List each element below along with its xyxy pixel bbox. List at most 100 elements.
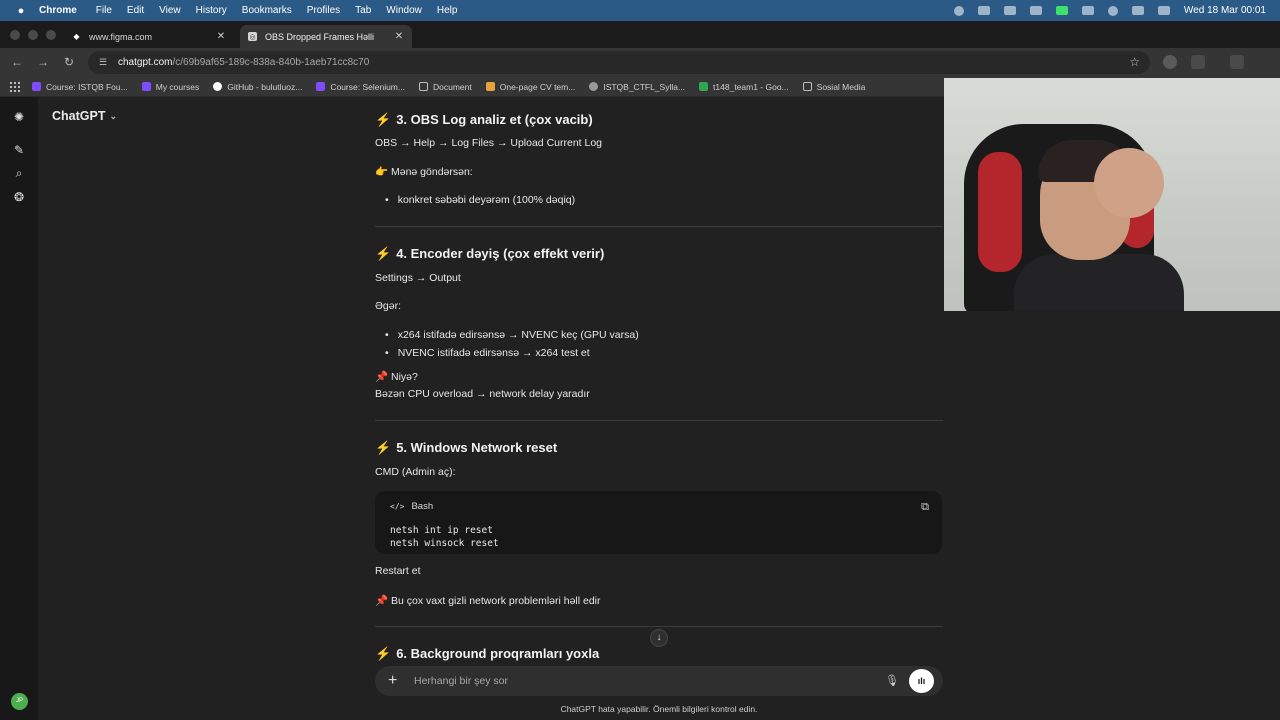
- paragraph: 👉 Mənə göndərsən:: [375, 165, 473, 178]
- github-icon: [213, 82, 223, 91]
- bookmark-favicon-icon: [316, 82, 326, 91]
- app-menu: Chrome File Edit View History Bookmarks …: [39, 5, 472, 16]
- forward-arrow-icon[interactable]: →: [36, 55, 50, 69]
- section-heading-6: ⚡ 6. Background proqramları yoxla: [375, 646, 599, 662]
- heading-text: 6. Background proqramları yoxla: [396, 646, 600, 661]
- paragraph: 📌 Niyə?: [375, 370, 418, 383]
- clock[interactable]: Wed 18 Mar 00:01: [1184, 5, 1266, 16]
- tab-figma[interactable]: ◆ www.figma.com ✕: [64, 25, 234, 48]
- attach-plus-icon[interactable]: +: [388, 672, 397, 690]
- openai-logo-icon[interactable]: ✺: [12, 110, 26, 124]
- menu-window[interactable]: Window: [386, 5, 422, 16]
- bookmark-star-icon[interactable]: ☆: [1129, 55, 1140, 69]
- webcam-overlay: [944, 78, 1280, 311]
- control-center-icon[interactable]: [1157, 6, 1170, 15]
- macos-menu-bar: ● Chrome File Edit View History Bookmark…: [0, 0, 1280, 21]
- camera-active-icon[interactable]: [1055, 6, 1068, 15]
- paragraph-text: Mənə göndərsən:: [391, 166, 473, 178]
- wifi-icon[interactable]: [1107, 5, 1118, 16]
- tab-label: www.figma.com: [89, 31, 153, 42]
- status-icon-1[interactable]: [953, 5, 964, 16]
- bookmark-item[interactable]: t148_team1 - Goo...: [699, 82, 789, 92]
- status-icon-3[interactable]: [1003, 6, 1016, 15]
- menu-bookmarks[interactable]: Bookmarks: [242, 5, 292, 16]
- new-chat-icon[interactable]: ✎: [12, 143, 26, 157]
- chevron-down-icon: ⌄: [109, 110, 118, 121]
- microphone-icon[interactable]: 🎙: [885, 674, 899, 688]
- puzzle-extensions-icon[interactable]: [1191, 55, 1205, 69]
- battery-icon[interactable]: [1131, 6, 1144, 15]
- url-host: chatgpt.com: [118, 57, 173, 68]
- menu-profiles[interactable]: Profiles: [307, 5, 340, 16]
- voice-mode-button[interactable]: ıIı: [909, 669, 934, 693]
- search-icon[interactable]: ⌕: [12, 166, 26, 180]
- minimize-window-button[interactable]: [28, 30, 38, 40]
- bookmark-folder[interactable]: Document: [418, 82, 472, 92]
- model-picker-label: ChatGPT: [52, 109, 106, 123]
- back-arrow-icon[interactable]: ←: [10, 55, 24, 69]
- menu-view[interactable]: View: [159, 5, 181, 16]
- divider: [375, 226, 943, 227]
- code-line: netsh int ip reset: [390, 525, 493, 536]
- section-heading-4: ⚡ 4. Encoder dəyiş (çox effekt verir): [375, 246, 604, 262]
- extension-icon[interactable]: [1163, 55, 1177, 69]
- prompt-input[interactable]: Herhangi bir şey sor: [414, 675, 508, 687]
- bookmark-label: Sosial Media: [816, 81, 866, 92]
- scroll-to-bottom-button[interactable]: ↓: [650, 629, 668, 647]
- bookmark-item[interactable]: My courses: [141, 81, 200, 92]
- heading-text: 5. Windows Network reset: [396, 440, 558, 455]
- menu-app-name[interactable]: Chrome: [39, 5, 77, 16]
- menu-help[interactable]: Help: [437, 5, 458, 16]
- paragraph: Restart et: [375, 565, 421, 577]
- site-settings-icon[interactable]: ☰: [96, 57, 110, 68]
- status-icon-2[interactable]: [977, 6, 990, 15]
- menu-edit[interactable]: Edit: [127, 5, 144, 16]
- bookmark-item[interactable]: GitHub - bulutluoz...: [213, 82, 302, 92]
- paragraph-text: Niyə?: [391, 371, 418, 383]
- bookmark-item[interactable]: Course: ISTQB Fou...: [32, 82, 128, 92]
- url-path: /c/69b9af65-189c-838a-840b-1aeb71cc8c70: [172, 57, 370, 68]
- address-bar[interactable]: ☰ chatgpt.com /c/69b9af65-189c-838a-840b…: [88, 51, 1150, 74]
- paragraph: CMD (Admin aç):: [375, 466, 456, 478]
- tab-label: OBS Dropped Frames Həlli: [265, 31, 375, 42]
- zoom-window-button[interactable]: [46, 30, 56, 40]
- close-tab-icon[interactable]: ✕: [214, 31, 228, 42]
- sheets-icon: [699, 82, 709, 91]
- apps-grid-icon[interactable]: [10, 81, 20, 92]
- library-icon[interactable]: ❂: [12, 190, 26, 204]
- profile-menu-icon[interactable]: [1230, 55, 1244, 69]
- chat-message: ⚡ 3. OBS Log analiz et (çox vacib) OBS → …: [375, 97, 943, 667]
- status-icon-4[interactable]: [1029, 6, 1042, 15]
- pushpin-icon: 📌: [375, 595, 389, 607]
- bookmark-folder[interactable]: Sosial Media: [802, 81, 866, 92]
- status-icon-5[interactable]: [1081, 6, 1094, 15]
- model-picker[interactable]: ChatGPT ⌄: [52, 109, 117, 123]
- apple-logo-icon[interactable]: ●: [14, 0, 28, 21]
- pointing-hand-icon: 👉: [375, 166, 389, 178]
- menu-file[interactable]: File: [96, 5, 112, 16]
- tab-chatgpt-active[interactable]: ◎ OBS Dropped Frames Həlli ✕: [240, 25, 412, 48]
- bookmark-item[interactable]: Course: Selenium...: [316, 82, 405, 92]
- close-window-button[interactable]: [10, 30, 20, 40]
- chatgpt-favicon-icon: ◎: [248, 32, 257, 41]
- close-tab-icon[interactable]: ✕: [392, 31, 406, 42]
- bookmark-item[interactable]: One-page CV tem...: [485, 82, 575, 92]
- menu-history[interactable]: History: [196, 5, 227, 16]
- avatar[interactable]: JP: [11, 693, 28, 710]
- copy-icon[interactable]: ⧉: [918, 500, 932, 514]
- list-item: NVENC istifadə edirsənsə → x264 test et: [385, 347, 590, 359]
- code-language-label: Bash: [411, 501, 434, 512]
- reload-icon[interactable]: ↻: [62, 55, 76, 69]
- lightning-icon: ⚡: [375, 440, 392, 455]
- disclaimer: ChatGPT hata yapabilir. Önemli bilgileri…: [560, 704, 758, 714]
- paragraph: Bəzən CPU overload → network delay yarad…: [375, 388, 590, 400]
- code-language: </> Bash: [390, 501, 433, 512]
- chatgpt-sidebar: ✺ ✎ ⌕ ❂ JP: [0, 97, 38, 720]
- divider: [375, 626, 943, 627]
- bookmark-label: My courses: [155, 81, 200, 92]
- code-content[interactable]: netsh int ip reset netsh winsock reset: [390, 524, 499, 550]
- section-heading-5: ⚡ 5. Windows Network reset: [375, 440, 557, 456]
- menu-tab[interactable]: Tab: [355, 5, 371, 16]
- bookmark-item[interactable]: ISTQB_CTFL_Sylla...: [589, 82, 685, 92]
- folder-icon: [802, 82, 812, 91]
